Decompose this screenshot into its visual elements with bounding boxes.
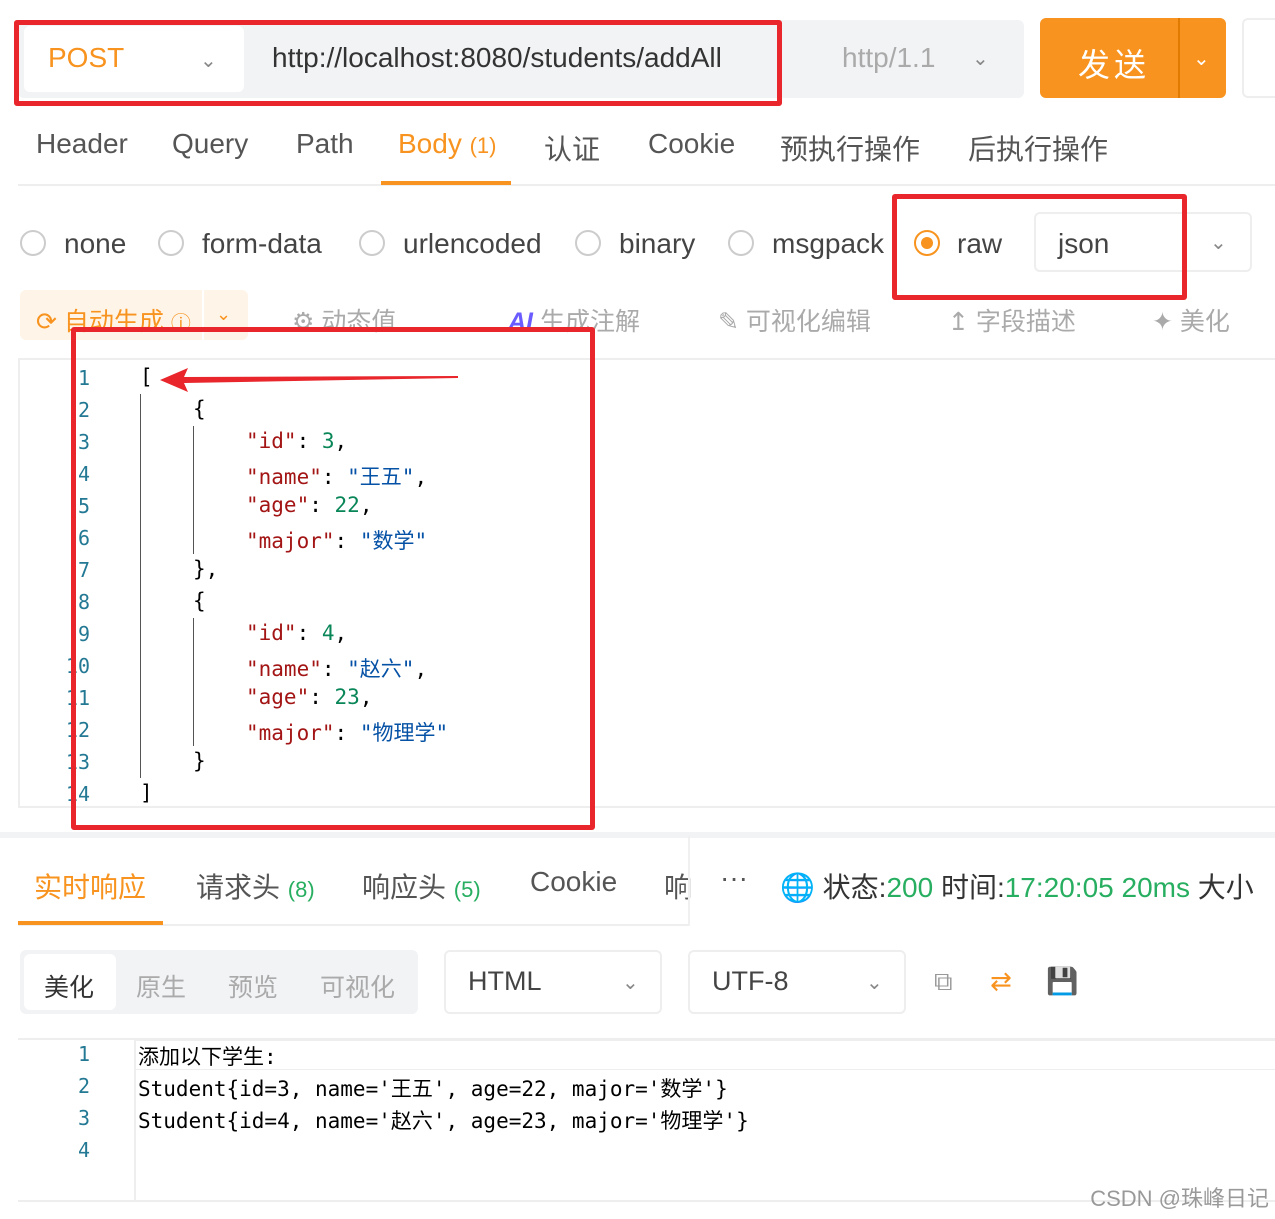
- divider: [1178, 18, 1180, 98]
- send-button-label: 发送: [1078, 46, 1151, 84]
- tab-header[interactable]: Header: [36, 128, 128, 160]
- beautify-button[interactable]: ✦ 美化: [1152, 302, 1230, 338]
- view-mode-visual[interactable]: 可视化: [320, 968, 395, 1004]
- radio-form-data[interactable]: [158, 230, 184, 256]
- tab-request-headers-count: (8): [287, 877, 315, 902]
- annotation-arrow: [160, 368, 458, 392]
- annotation-box-body: [71, 327, 595, 830]
- annotation-box-url: [14, 20, 782, 106]
- status-value: 200: [886, 872, 934, 903]
- radio-urlencoded[interactable]: [359, 230, 385, 256]
- tab-cookie[interactable]: Cookie: [648, 128, 735, 160]
- magic-wand-icon: ✦: [1152, 308, 1173, 336]
- chevron-down-icon: ⌄: [866, 972, 883, 994]
- response-status: 🌐 状态:200 时间:17:20:05 20ms 大小: [780, 866, 1254, 906]
- send-options-chevron-icon[interactable]: ⌄: [1193, 46, 1210, 71]
- line-number: 4: [77, 1138, 90, 1162]
- tab-request-headers-label: 请求头: [196, 872, 281, 903]
- field-desc-label: 字段描述: [975, 308, 1076, 336]
- line-number: 3: [77, 1106, 90, 1130]
- tab-response-headers-label: 响应头: [362, 872, 447, 903]
- tab-auth[interactable]: 认证: [544, 128, 600, 168]
- copy-icon[interactable]: ⧉: [934, 966, 953, 998]
- response-line: 添加以下学生:: [138, 1045, 277, 1069]
- duration-value: 20ms: [1121, 872, 1190, 903]
- line-number: 2: [77, 1074, 90, 1098]
- watermark: CSDN @珠峰日记: [1090, 1186, 1269, 1211]
- chevron-down-icon: ⌄: [972, 48, 989, 70]
- line-number: 1: [77, 1042, 90, 1066]
- size-label: 大小: [1197, 872, 1254, 903]
- more-icon[interactable]: ···: [720, 862, 748, 894]
- wrap-lines-icon[interactable]: ⇄: [990, 966, 1012, 997]
- protocol-select[interactable]: http/1.1: [842, 42, 935, 74]
- body-type-urlencoded[interactable]: urlencoded: [403, 228, 542, 260]
- radio-binary[interactable]: [575, 230, 601, 256]
- body-type-none[interactable]: none: [64, 228, 126, 260]
- tab-request-headers[interactable]: 请求头 (8): [196, 866, 315, 906]
- globe-icon: 🌐: [780, 872, 815, 903]
- view-mode-raw[interactable]: 原生: [136, 968, 186, 1004]
- save-icon[interactable]: 💾: [1046, 966, 1078, 997]
- section-divider: [0, 832, 1275, 838]
- tab-active-underline: [381, 181, 511, 185]
- tab-divider: [18, 184, 1275, 186]
- current-line-highlight: [136, 1040, 1275, 1070]
- body-type-form-data[interactable]: form-data: [202, 228, 322, 260]
- content-type-label: HTML: [468, 966, 542, 996]
- status-label: 状态:: [822, 872, 887, 903]
- view-mode-preview[interactable]: 预览: [228, 968, 278, 1004]
- auto-generate-chevron-icon[interactable]: ⌄: [216, 304, 231, 325]
- tab-response-cookie[interactable]: Cookie: [530, 866, 617, 898]
- time-value: 17:20:05: [1004, 872, 1114, 903]
- tab-pre-request[interactable]: 预执行操作: [780, 128, 920, 168]
- tab-active-underline: [18, 921, 163, 925]
- beautify-label: 美化: [1179, 308, 1230, 336]
- edit-icon: ✎: [718, 308, 739, 336]
- body-type-binary[interactable]: binary: [619, 228, 695, 260]
- divider: [688, 836, 690, 926]
- tab-body[interactable]: Body (1): [398, 128, 497, 160]
- refresh-icon: ⟳: [36, 308, 57, 336]
- chevron-down-icon: ⌄: [1210, 232, 1227, 254]
- tab-body-label: Body: [398, 128, 462, 159]
- annotation-box-raw-json: [892, 194, 1187, 300]
- time-label: 时间:: [940, 872, 1005, 903]
- tab-realtime-response[interactable]: 实时响应: [34, 866, 146, 906]
- visual-edit-button[interactable]: ✎ 可视化编辑: [718, 302, 871, 338]
- extra-panel-edge: [1242, 18, 1275, 98]
- chevron-down-icon: ⌄: [622, 972, 639, 994]
- tab-query[interactable]: Query: [172, 128, 248, 160]
- body-type-msgpack[interactable]: msgpack: [772, 228, 884, 260]
- radio-msgpack[interactable]: [728, 230, 754, 256]
- tab-body-count: (1): [469, 133, 497, 158]
- tab-response-headers-count: (5): [453, 877, 481, 902]
- view-mode-beautify[interactable]: 美化: [44, 968, 94, 1004]
- visual-edit-label: 可视化编辑: [745, 308, 871, 336]
- response-line: Student{id=4, name='赵六', age=23, major='…: [138, 1109, 749, 1133]
- tab-response-headers[interactable]: 响应头 (5): [362, 866, 481, 906]
- response-line: Student{id=3, name='王五', age=22, major='…: [138, 1077, 728, 1101]
- upload-icon: ↥: [948, 308, 969, 336]
- encoding-label: UTF-8: [712, 966, 789, 996]
- tab-post-request[interactable]: 后执行操作: [968, 128, 1108, 168]
- radio-none[interactable]: [20, 230, 46, 256]
- field-desc-button[interactable]: ↥ 字段描述: [948, 302, 1076, 338]
- tab-path[interactable]: Path: [296, 128, 354, 160]
